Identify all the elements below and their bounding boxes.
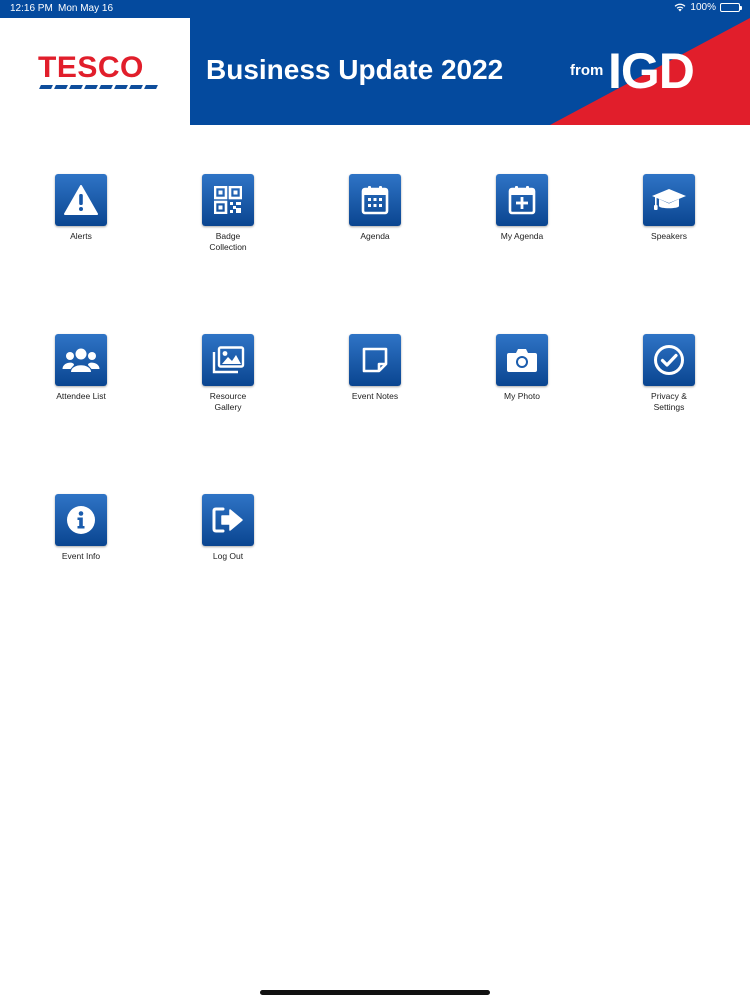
banner-title-area: Business Update 2022 from IGD bbox=[190, 18, 750, 125]
check-circle-icon bbox=[654, 345, 684, 375]
logo-text: TESCO bbox=[38, 51, 144, 84]
tile-label: Privacy & Settings bbox=[651, 391, 687, 412]
graduation-cap-icon bbox=[652, 189, 686, 210]
tile-label: Event Info bbox=[61, 551, 101, 561]
event-banner: TESCO Business Update 2022 from IGD bbox=[0, 18, 750, 125]
igd-logo: IGD bbox=[608, 43, 695, 99]
tile-badge-collection[interactable]: Badge Collection bbox=[168, 174, 288, 253]
alerts-button[interactable] bbox=[55, 174, 107, 226]
speakers-button[interactable] bbox=[643, 174, 695, 226]
users-icon bbox=[62, 348, 100, 372]
tile-log-out[interactable]: Log Out bbox=[168, 494, 288, 562]
event-notes-button[interactable] bbox=[349, 334, 401, 386]
tile-label: Badge Collection bbox=[209, 231, 247, 252]
alert-triangle-icon bbox=[64, 185, 98, 215]
calendar-plus-icon bbox=[508, 186, 536, 215]
images-icon bbox=[212, 346, 245, 374]
logo-stripes bbox=[39, 85, 158, 89]
event-info-button[interactable] bbox=[55, 494, 107, 546]
tile-label: Attendee List bbox=[56, 391, 106, 401]
status-right: 100% bbox=[674, 2, 742, 13]
status-date: Mon May 16 bbox=[58, 3, 114, 14]
log-out-button[interactable] bbox=[202, 494, 254, 546]
tile-label: Agenda bbox=[360, 231, 390, 241]
banner-title: Business Update 2022 bbox=[206, 54, 504, 85]
status-bar: 12:16 PM Mon May 16 100% bbox=[0, 0, 750, 18]
info-icon bbox=[67, 506, 95, 534]
my-photo-button[interactable] bbox=[496, 334, 548, 386]
sticky-note-icon bbox=[362, 347, 388, 373]
tile-speakers[interactable]: Speakers bbox=[609, 174, 729, 242]
camera-icon bbox=[507, 349, 537, 372]
resource-gallery-button[interactable] bbox=[202, 334, 254, 386]
my-agenda-button[interactable] bbox=[496, 174, 548, 226]
tile-my-agenda[interactable]: My Agenda bbox=[462, 174, 582, 242]
tile-event-notes[interactable]: Event Notes bbox=[315, 334, 435, 402]
calendar-icon bbox=[361, 186, 389, 215]
tile-label: My Agenda bbox=[500, 231, 544, 241]
tile-attendee-list[interactable]: Attendee List bbox=[21, 334, 141, 402]
privacy-settings-button[interactable] bbox=[643, 334, 695, 386]
attendee-list-button[interactable] bbox=[55, 334, 107, 386]
tile-alerts[interactable]: Alerts bbox=[21, 174, 141, 242]
home-indicator[interactable] bbox=[260, 990, 490, 995]
tile-my-photo[interactable]: My Photo bbox=[462, 334, 582, 402]
tile-label: Speakers bbox=[651, 231, 687, 241]
agenda-button[interactable] bbox=[349, 174, 401, 226]
logout-icon bbox=[212, 507, 243, 533]
tile-label: Resource Gallery bbox=[209, 391, 247, 412]
qr-code-icon bbox=[214, 186, 242, 214]
status-time: 12:16 PM bbox=[10, 3, 53, 14]
tile-label: My Photo bbox=[504, 391, 540, 401]
tile-event-info[interactable]: Event Info bbox=[21, 494, 141, 562]
tile-label: Event Notes bbox=[351, 391, 399, 401]
tile-resource-gallery[interactable]: Resource Gallery bbox=[168, 334, 288, 413]
wifi-icon bbox=[675, 3, 686, 12]
battery-icon bbox=[720, 3, 742, 12]
tile-label: Log Out bbox=[212, 551, 244, 561]
tesco-logo: TESCO bbox=[0, 18, 190, 125]
tile-label: Alerts bbox=[70, 231, 92, 241]
battery-percent: 100% bbox=[690, 2, 716, 13]
banner-from: from bbox=[570, 62, 604, 79]
tile-privacy-settings[interactable]: Privacy & Settings bbox=[609, 334, 729, 413]
tile-agenda[interactable]: Agenda bbox=[315, 174, 435, 242]
badge-collection-button[interactable] bbox=[202, 174, 254, 226]
